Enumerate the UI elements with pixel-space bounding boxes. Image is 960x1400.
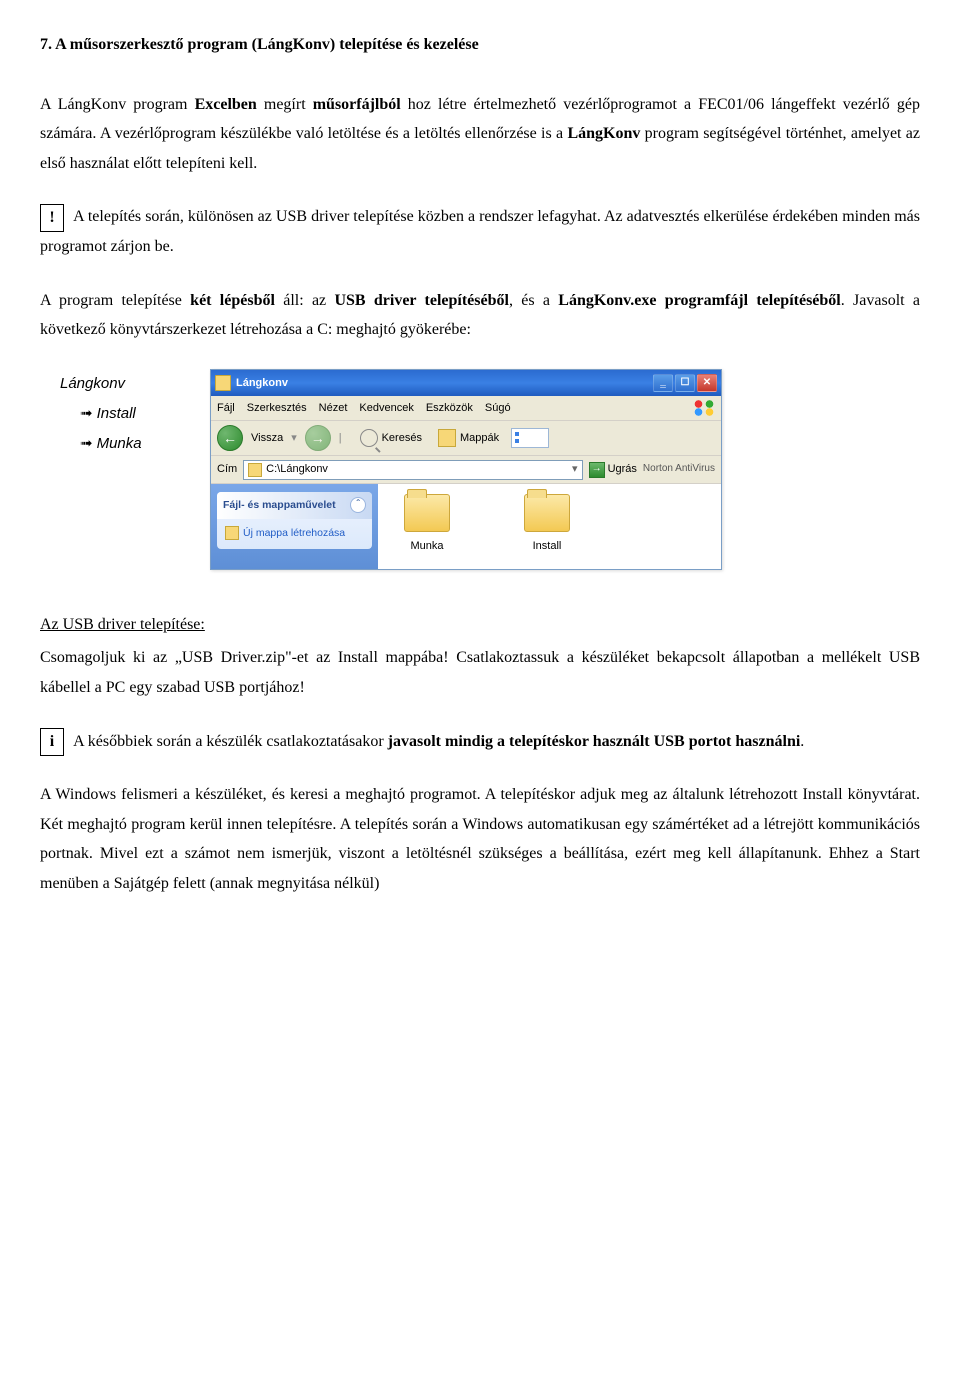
address-input[interactable]: C:\Lángkonv ▾ (243, 460, 582, 480)
text: , és a (509, 292, 558, 309)
text-bold: javasolt mindig a telepítéskor használt … (388, 733, 801, 750)
menu-edit[interactable]: Szerkesztés (247, 398, 307, 418)
norton-label[interactable]: Norton AntiVirus (643, 460, 715, 479)
windows-flag-icon (693, 400, 715, 416)
file-pane[interactable]: Munka Install (378, 484, 721, 569)
search-label: Keresés (382, 428, 422, 448)
folder-icon (404, 494, 450, 532)
paragraph-warning: ! A telepítés során, különösen az USB dr… (40, 202, 920, 261)
folder-icon (215, 375, 231, 391)
side-panel: Fájl- és mappaművelet ˆ Új mappa létreho… (211, 484, 378, 569)
menu-tools[interactable]: Eszközök (426, 398, 473, 418)
task-body: Új mappa létrehozása (217, 519, 372, 548)
address-path: C:\Lángkonv (266, 459, 328, 479)
text: áll: az (275, 292, 335, 309)
separator: | (339, 428, 342, 448)
task-panel: Fájl- és mappaművelet ˆ Új mappa létreho… (217, 492, 372, 549)
text-bold: Excelben (195, 96, 257, 113)
folders-button[interactable]: Mappák (434, 426, 503, 450)
view-button[interactable] (511, 428, 549, 448)
folder-icon (524, 494, 570, 532)
arrow-icon: ➟ (80, 435, 93, 452)
folder-icon (438, 429, 456, 447)
back-button[interactable]: ← (217, 425, 243, 451)
address-bar: Cím C:\Lángkonv ▾ →Ugrás Norton AntiViru… (211, 456, 721, 483)
usb-heading: Az USB driver telepítése: (40, 616, 205, 633)
tree-item: Munka (97, 435, 142, 452)
menu-favorites[interactable]: Kedvencek (359, 398, 413, 418)
text: A LángKonv program (40, 96, 195, 113)
tree-item: Install (97, 405, 136, 422)
go-arrow-icon: → (589, 462, 605, 478)
warning-icon: ! (40, 204, 64, 232)
go-label: Ugrás (608, 459, 637, 479)
menu-help[interactable]: Súgó (485, 398, 511, 418)
folder-label: Install (533, 536, 562, 556)
section-heading: 7. A műsorszerkesztő program (LángKonv) … (40, 30, 920, 60)
paragraph-info: i A későbbiek során a készülék csatlakoz… (40, 727, 920, 757)
paragraph-intro: A LángKonv program Excelben megírt műsor… (40, 90, 920, 179)
address-label: Cím (217, 459, 237, 479)
folder-icon (248, 463, 262, 477)
text-bold: LángKonv (567, 125, 640, 142)
arrow-icon: ➟ (80, 405, 93, 422)
close-button[interactable]: ✕ (697, 374, 717, 392)
paragraph-steps: A program telepítése két lépésből áll: a… (40, 286, 920, 345)
text-bold: műsorfájlból (313, 96, 401, 113)
info-icon: i (40, 728, 64, 756)
menu-view[interactable]: Nézet (319, 398, 348, 418)
menu-file[interactable]: Fájl (217, 398, 235, 418)
usb-section: Az USB driver telepítése: (40, 610, 920, 640)
titlebar[interactable]: Lángkonv ‗ ☐ ✕ (211, 370, 721, 396)
folders-label: Mappák (460, 428, 499, 448)
dropdown-icon[interactable]: ▾ (572, 459, 578, 479)
task-title: Fájl- és mappaművelet (223, 496, 336, 515)
chevron-up-icon[interactable]: ˆ (350, 497, 366, 513)
text-bold: USB driver telepítéséből (334, 292, 509, 309)
text-bold: két lépésből (190, 292, 275, 309)
paragraph-windows-detect: A Windows felismeri a készüléket, és ker… (40, 780, 920, 898)
tree-root: Lángkonv (60, 369, 180, 399)
folder-item-install[interactable]: Install (512, 494, 582, 556)
window-title: Lángkonv (236, 373, 288, 393)
new-folder-icon (225, 526, 239, 540)
forward-button[interactable]: → (305, 425, 331, 451)
toolbar: ← Vissza ▾ → | Keresés Mappák (211, 421, 721, 456)
task-header[interactable]: Fájl- és mappaművelet ˆ (217, 492, 372, 519)
minimize-button[interactable]: ‗ (653, 374, 673, 392)
paragraph-usb-instructions: Csomagoljuk ki az „USB Driver.zip"-et az… (40, 643, 920, 702)
folder-item-munka[interactable]: Munka (392, 494, 462, 556)
new-folder-link[interactable]: Új mappa létrehozása (243, 527, 345, 539)
maximize-button[interactable]: ☐ (675, 374, 695, 392)
menubar: Fájl Szerkesztés Nézet Kedvencek Eszközö… (211, 396, 721, 421)
go-button[interactable]: →Ugrás (589, 459, 637, 479)
text: . (800, 733, 804, 750)
search-icon (360, 429, 378, 447)
back-label[interactable]: Vissza (251, 428, 283, 448)
text: A későbbiek során a készülék csatlakozta… (70, 733, 388, 750)
dropdown-icon[interactable]: ▾ (291, 428, 297, 448)
folder-tree: Lángkonv ➟Install ➟Munka (60, 369, 180, 459)
text-bold: LángKonv.exe programfájl telepítéséből (558, 292, 841, 309)
text: A program telepítése (40, 292, 190, 309)
folder-label: Munka (410, 536, 443, 556)
explorer-window: Lángkonv ‗ ☐ ✕ Fájl Szerkesztés Nézet Ke… (210, 369, 722, 570)
text: megírt (257, 96, 313, 113)
text: A telepítés során, különösen az USB driv… (40, 208, 920, 255)
search-button[interactable]: Keresés (356, 426, 426, 450)
